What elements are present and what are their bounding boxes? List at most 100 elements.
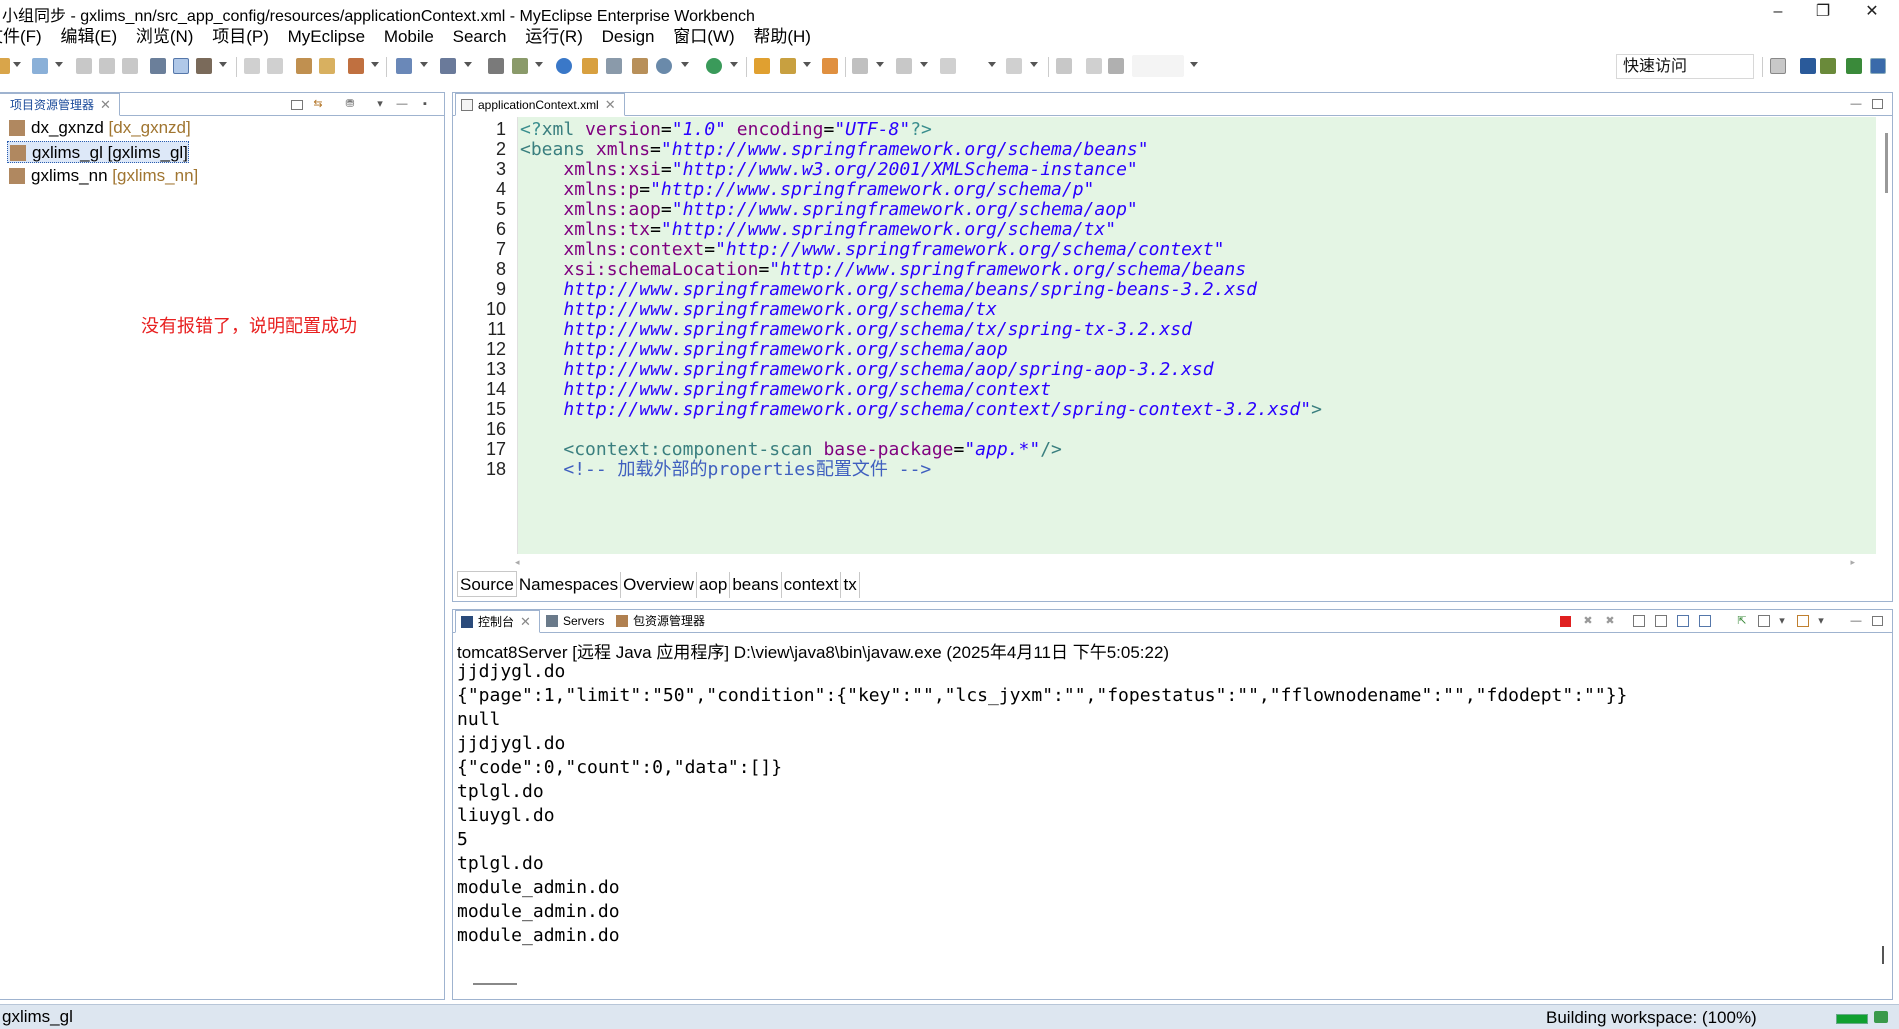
- console-horizontal-scrollbar[interactable]: [473, 983, 517, 985]
- menu-file[interactable]: 文件(F): [0, 25, 49, 49]
- dropdown-arrow-icon[interactable]: [730, 62, 738, 67]
- deploy-icon[interactable]: [396, 58, 412, 74]
- refresh-icon[interactable]: [606, 58, 622, 74]
- dropdown-arrow-icon[interactable]: [988, 62, 996, 67]
- menu-window[interactable]: 窗口(W): [666, 25, 741, 49]
- java-perspective-icon[interactable]: [1800, 58, 1816, 74]
- redo-icon[interactable]: [267, 58, 283, 74]
- edit-icon[interactable]: [1086, 58, 1102, 74]
- console-output[interactable]: jjdjygl.do {"page":1,"limit":"50","condi…: [457, 660, 1877, 965]
- undo-icon[interactable]: [244, 58, 260, 74]
- back-icon[interactable]: [940, 58, 956, 74]
- clear-console-icon[interactable]: [1633, 615, 1645, 627]
- minimize-view-icon[interactable]: —: [1849, 614, 1863, 628]
- remove-launch-icon[interactable]: ✖: [1581, 614, 1595, 628]
- terminate-icon[interactable]: [1560, 616, 1571, 627]
- menu-navigate[interactable]: 浏览(N): [129, 25, 201, 49]
- dropdown-arrow-icon[interactable]: [420, 62, 428, 67]
- close-icon[interactable]: ✕: [520, 614, 531, 629]
- pencil-icon[interactable]: [780, 58, 796, 74]
- launch-icon[interactable]: [512, 58, 528, 74]
- dropdown-arrow-icon[interactable]: [1030, 62, 1038, 67]
- console-icon[interactable]: [150, 58, 166, 74]
- open-perspective-icon[interactable]: [1770, 58, 1786, 74]
- save-all-icon[interactable]: [99, 58, 115, 74]
- new-project-icon[interactable]: [32, 58, 48, 74]
- view-menu-icon[interactable]: ▾: [373, 97, 387, 111]
- toggle-icon[interactable]: [173, 58, 189, 74]
- close-window-button[interactable]: ✕: [1850, 0, 1894, 25]
- close-icon[interactable]: ✕: [605, 97, 616, 112]
- package-icon[interactable]: [632, 58, 648, 74]
- build-progress-bar[interactable]: [1836, 1014, 1868, 1024]
- dropdown-arrow-icon[interactable]: [464, 62, 472, 67]
- tab-package-explorer[interactable]: 包资源管理器: [611, 610, 713, 633]
- editor-horizontal-scrollbar[interactable]: ◂ ▸: [515, 557, 1855, 567]
- tab-context[interactable]: context: [782, 572, 842, 598]
- editor-vertical-scrollbar[interactable]: [1885, 133, 1888, 193]
- dropdown-arrow-icon[interactable]: [535, 62, 543, 67]
- build-icon[interactable]: [348, 58, 364, 74]
- tab-overview[interactable]: Overview: [621, 572, 697, 598]
- pin-editor-icon[interactable]: [1056, 58, 1072, 74]
- menu-help[interactable]: 帮助(H): [746, 25, 818, 49]
- tab-aop[interactable]: aop: [697, 572, 731, 598]
- project-item-dx-gxnzd[interactable]: dx_gxnzd [dx_gxnzd]: [7, 117, 191, 139]
- open-type-icon[interactable]: [296, 58, 312, 74]
- display-selected-icon[interactable]: [1758, 615, 1770, 627]
- maximize-button[interactable]: ❐: [1801, 0, 1845, 25]
- dropdown-arrow-icon[interactable]: [920, 62, 928, 67]
- tab-namespaces[interactable]: Namespaces: [517, 572, 622, 598]
- external-tools-icon[interactable]: [488, 58, 504, 74]
- server-icon[interactable]: [440, 58, 456, 74]
- remove-all-icon[interactable]: ✖: [1603, 614, 1617, 628]
- new-icon[interactable]: [0, 58, 10, 74]
- dropdown-arrow-icon[interactable]: ▾: [1814, 614, 1828, 628]
- scroll-lock-icon[interactable]: [1655, 615, 1667, 627]
- maximize-view-icon[interactable]: [1872, 99, 1883, 109]
- dropdown-arrow-icon[interactable]: [803, 62, 811, 67]
- globe-icon[interactable]: [556, 58, 572, 74]
- minimize-button[interactable]: –: [1756, 0, 1800, 25]
- open-folder-icon[interactable]: [754, 58, 770, 74]
- dropdown-arrow-icon[interactable]: [1190, 62, 1198, 67]
- prev-annotation-icon[interactable]: [896, 58, 912, 74]
- collapse-all-icon[interactable]: [291, 100, 303, 110]
- dropdown-arrow-icon[interactable]: [876, 62, 884, 67]
- pin-console-icon[interactable]: ⇱: [1735, 614, 1749, 628]
- filter-icon[interactable]: ⛃: [343, 97, 357, 111]
- search-icon[interactable]: [822, 58, 838, 74]
- combo-box[interactable]: [1132, 55, 1184, 77]
- quick-access-input[interactable]: 快速访问: [1616, 54, 1754, 79]
- dropdown-arrow-icon[interactable]: [55, 62, 63, 67]
- show-console-icon[interactable]: [1699, 615, 1711, 627]
- forward-icon[interactable]: [1006, 58, 1022, 74]
- menu-edit[interactable]: 编辑(E): [53, 25, 124, 49]
- dropdown-arrow-icon[interactable]: [371, 62, 379, 67]
- menu-run[interactable]: 运行(R): [518, 25, 590, 49]
- console-vertical-scrollbar[interactable]: [1882, 946, 1884, 964]
- open-resource-icon[interactable]: [319, 58, 335, 74]
- menu-design[interactable]: Design: [595, 25, 662, 49]
- tab-console[interactable]: 控制台 ✕: [455, 610, 540, 633]
- run-icon[interactable]: [706, 58, 722, 74]
- open-console-icon[interactable]: [1797, 615, 1809, 627]
- progress-view-icon[interactable]: [1874, 1011, 1888, 1023]
- close-icon[interactable]: ✕: [100, 97, 111, 112]
- tab-project-explorer[interactable]: 项目资源管理器 ✕: [0, 93, 120, 116]
- dropdown-arrow-icon[interactable]: [219, 62, 227, 67]
- tab-application-context[interactable]: applicationContext.xml ✕: [455, 93, 625, 116]
- myeclipse-perspective-icon[interactable]: [1846, 58, 1862, 74]
- menu-search[interactable]: Search: [446, 25, 514, 49]
- dropdown-arrow-icon[interactable]: ▾: [1775, 614, 1789, 628]
- dropdown-arrow-icon[interactable]: [681, 62, 689, 67]
- wrench-icon[interactable]: [196, 58, 212, 74]
- minimize-view-icon[interactable]: —: [1849, 97, 1863, 111]
- dropdown-arrow-icon[interactable]: [13, 62, 21, 67]
- menu-mobile[interactable]: Mobile: [377, 25, 441, 49]
- tab-beans[interactable]: beans: [730, 572, 782, 598]
- menu-project[interactable]: 项目(P): [205, 25, 276, 49]
- menu-myeclipse[interactable]: MyEclipse: [281, 25, 372, 49]
- grid-icon[interactable]: [1108, 58, 1124, 74]
- folder-icon[interactable]: [582, 58, 598, 74]
